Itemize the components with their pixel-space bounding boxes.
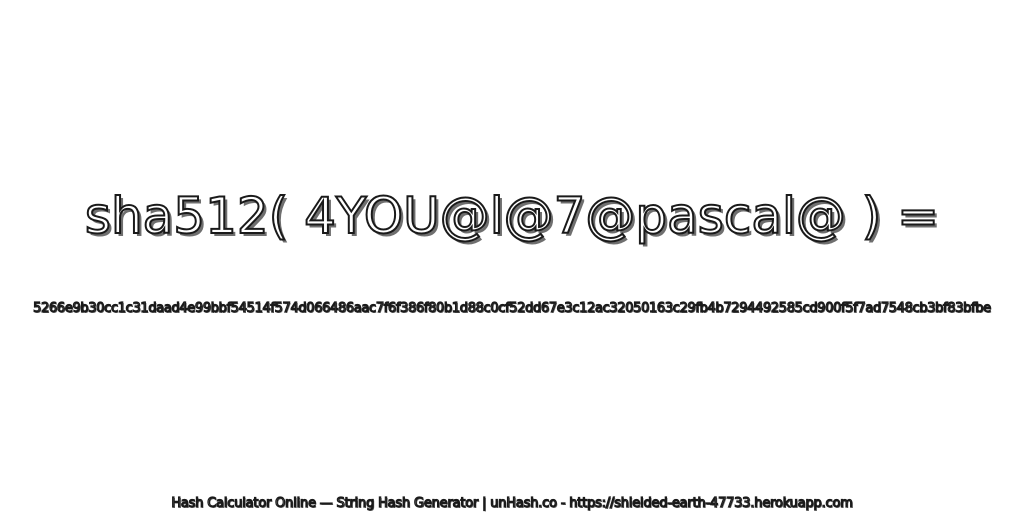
hash-result-image: sha512( 4YOU@l@7@pascal@ ) = 5266e9b30cc… bbox=[0, 0, 1024, 512]
sha512-hash-value: 5266e9b30cc1c31daad4e99bbf54514f574d0664… bbox=[33, 300, 992, 316]
hash-expression-title: sha512( 4YOU@l@7@pascal@ ) = bbox=[84, 186, 940, 246]
site-footer-credit: Hash Calculator Online — String Hash Gen… bbox=[171, 495, 854, 511]
